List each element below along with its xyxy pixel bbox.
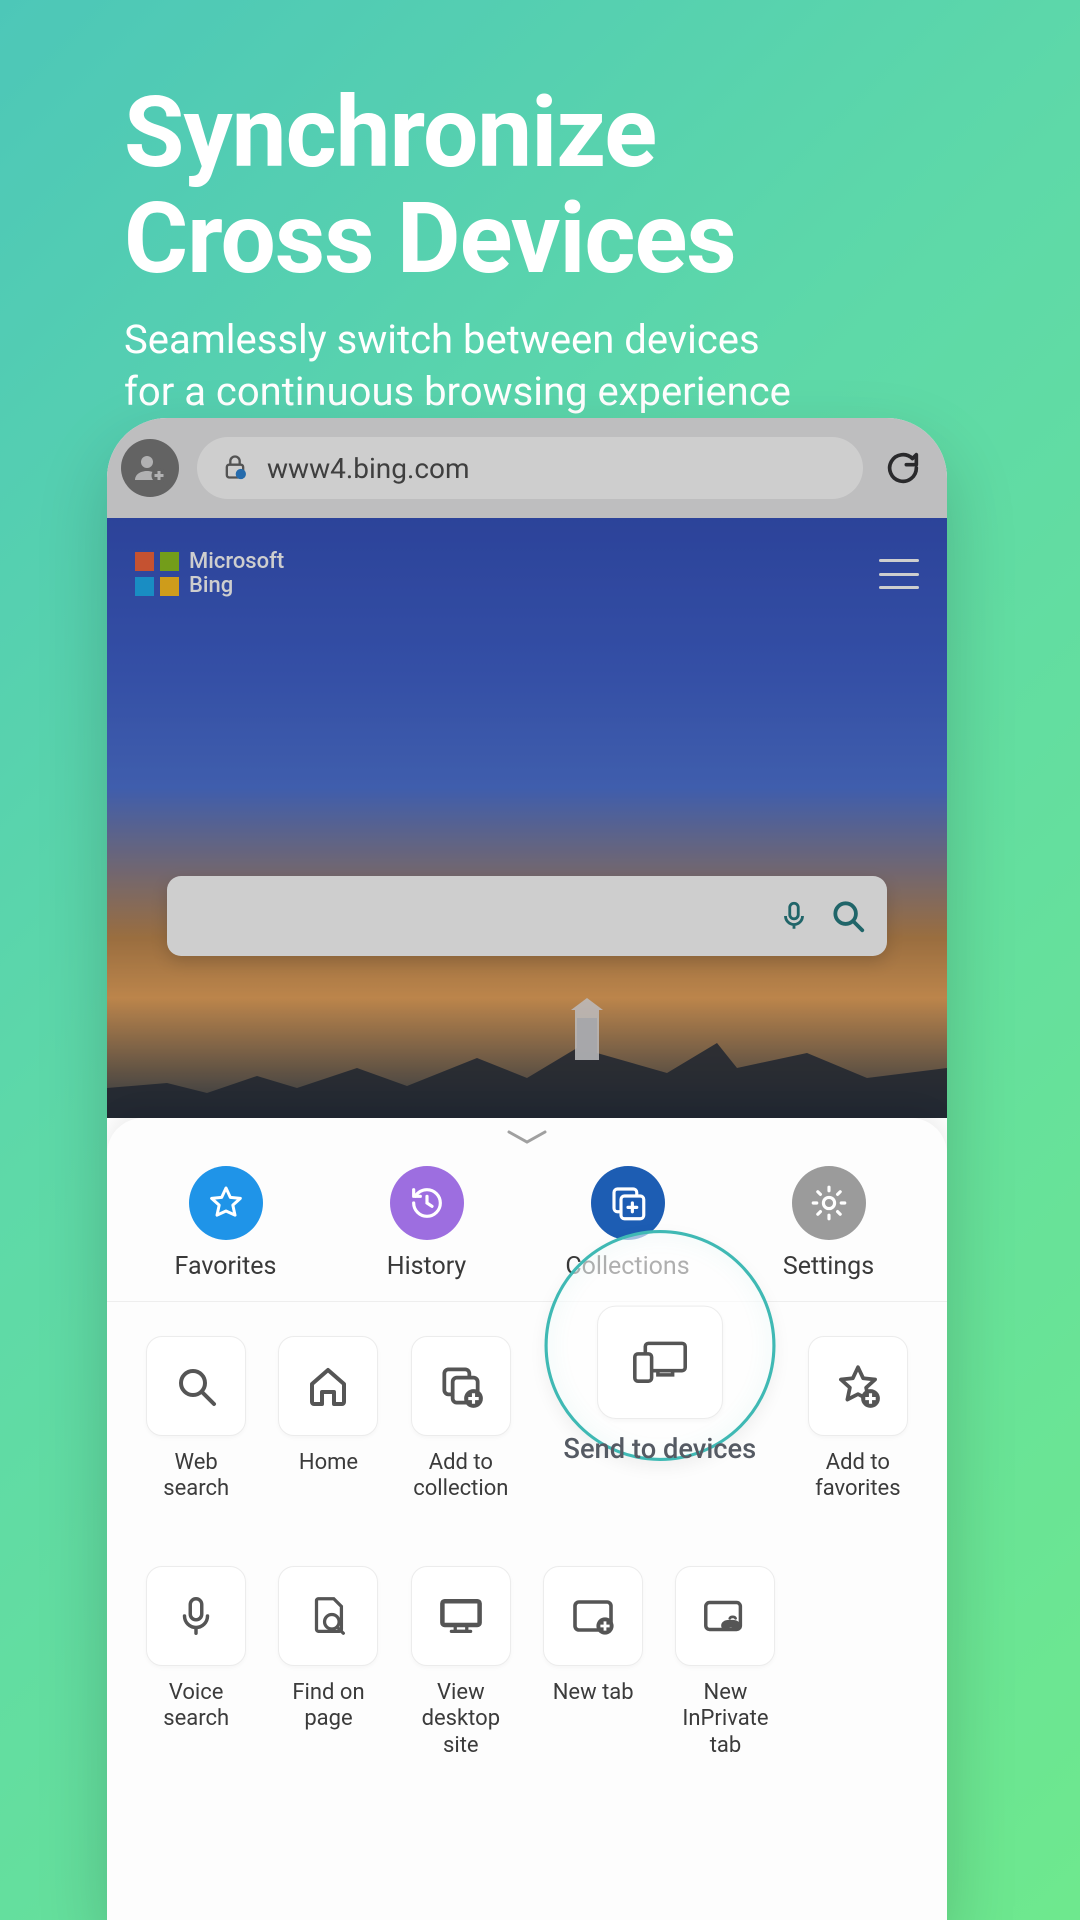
- add-to-favorites-button[interactable]: Add to favorites: [805, 1336, 911, 1512]
- chevron-down-icon: [505, 1128, 549, 1146]
- find-on-page-icon: [305, 1593, 351, 1639]
- find-on-page-button[interactable]: Find on page: [275, 1566, 381, 1759]
- collection-add-icon: [436, 1361, 486, 1411]
- add-to-favorites-label: Add to favorites: [805, 1450, 911, 1504]
- search-icon: [172, 1362, 220, 1410]
- menu-bottom-sheet: Favorites History: [107, 1118, 947, 1920]
- web-page: Microsoft Bing: [107, 518, 947, 1118]
- new-tab-label: New tab: [553, 1680, 634, 1734]
- find-on-page-label: Find on page: [275, 1680, 381, 1734]
- microphone-icon: [173, 1593, 219, 1639]
- sheet-handle[interactable]: [107, 1118, 947, 1148]
- history-button[interactable]: History: [326, 1166, 527, 1281]
- inprivate-tab-icon: [700, 1594, 750, 1638]
- view-desktop-site-label: View desktop site: [408, 1680, 514, 1759]
- send-to-devices-button[interactable]: Send to devices: [563, 1306, 756, 1491]
- new-tab-icon: [569, 1594, 617, 1638]
- favorites-label: Favorites: [175, 1252, 277, 1281]
- desktop-icon: [436, 1594, 486, 1638]
- menu-top-row: Favorites History: [107, 1148, 947, 1302]
- dim-overlay: [107, 418, 947, 518]
- add-to-collection-label: Add to collection: [408, 1450, 514, 1504]
- new-tab-button[interactable]: New tab: [540, 1566, 646, 1759]
- voice-search-button[interactable]: Voice search: [143, 1566, 249, 1759]
- home-button[interactable]: Home: [275, 1336, 381, 1512]
- collections-icon: [607, 1182, 649, 1224]
- history-label: History: [387, 1252, 467, 1281]
- star-icon: [206, 1183, 246, 1223]
- hero-title-line2: Cross Devices: [124, 186, 1020, 292]
- home-icon: [304, 1362, 352, 1410]
- favorites-button[interactable]: Favorites: [125, 1166, 326, 1281]
- phone-frame: www4.bing.com Microsoft Bing: [107, 418, 947, 1920]
- view-desktop-site-button[interactable]: View desktop site: [408, 1566, 514, 1759]
- web-search-label: Web search: [143, 1450, 249, 1504]
- dim-overlay: [107, 518, 947, 1118]
- devices-icon: [628, 1335, 691, 1390]
- settings-label: Settings: [783, 1252, 874, 1281]
- hero-title: Synchronize Cross Devices: [124, 80, 1020, 292]
- voice-search-label: Voice search: [143, 1680, 249, 1734]
- new-inprivate-tab-label: New InPrivate tab: [672, 1680, 778, 1759]
- history-icon: [407, 1183, 447, 1223]
- home-label: Home: [299, 1450, 358, 1504]
- add-to-collection-button[interactable]: Add to collection: [408, 1336, 514, 1512]
- settings-button[interactable]: Settings: [728, 1166, 929, 1281]
- gear-icon: [808, 1182, 850, 1224]
- send-to-devices-label: Send to devices: [563, 1434, 756, 1491]
- hero-subtitle: Seamlessly switch between devices for a …: [124, 314, 1020, 418]
- browser-top-bar: www4.bing.com: [107, 418, 947, 518]
- new-inprivate-tab-button[interactable]: New InPrivate tab: [672, 1566, 778, 1759]
- web-search-button[interactable]: Web search: [143, 1336, 249, 1512]
- hero-sub-line1: Seamlessly switch between devices: [124, 314, 1020, 366]
- menu-grid: Web search Home Add to collection Send t…: [107, 1302, 947, 1759]
- hero-sub-line2: for a continuous browsing experience: [124, 366, 1020, 418]
- star-add-icon: [833, 1361, 883, 1411]
- hero-title-line1: Synchronize: [124, 80, 1020, 186]
